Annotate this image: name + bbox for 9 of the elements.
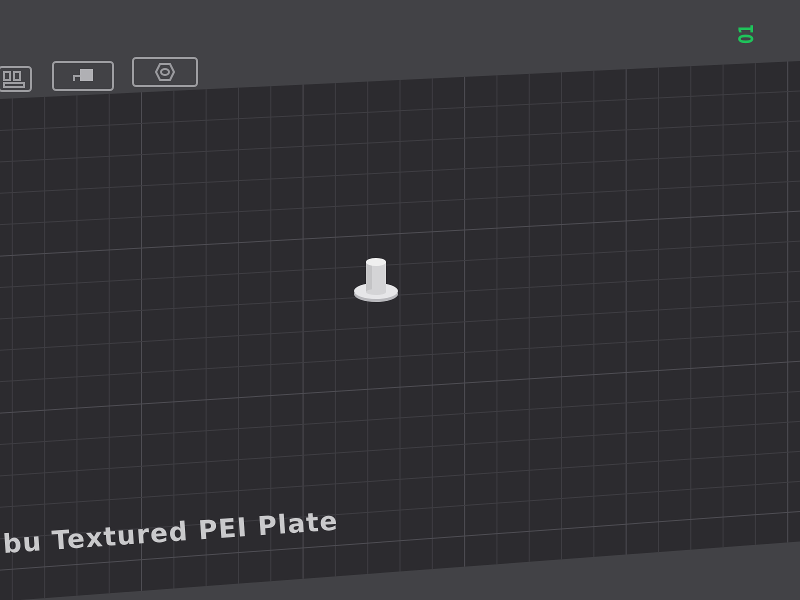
settings-tool[interactable] <box>132 57 198 87</box>
plate-number: 01 <box>734 24 758 44</box>
plate-toggle-icon <box>52 61 114 91</box>
model-drawing <box>352 256 400 304</box>
hexagon-nut-icon <box>132 57 198 87</box>
arrange-tool[interactable] <box>0 64 34 94</box>
plate-tool[interactable] <box>52 61 114 91</box>
bed-label: bu Textured PEI Plate <box>2 506 340 560</box>
grid-layout-icon <box>0 64 34 94</box>
